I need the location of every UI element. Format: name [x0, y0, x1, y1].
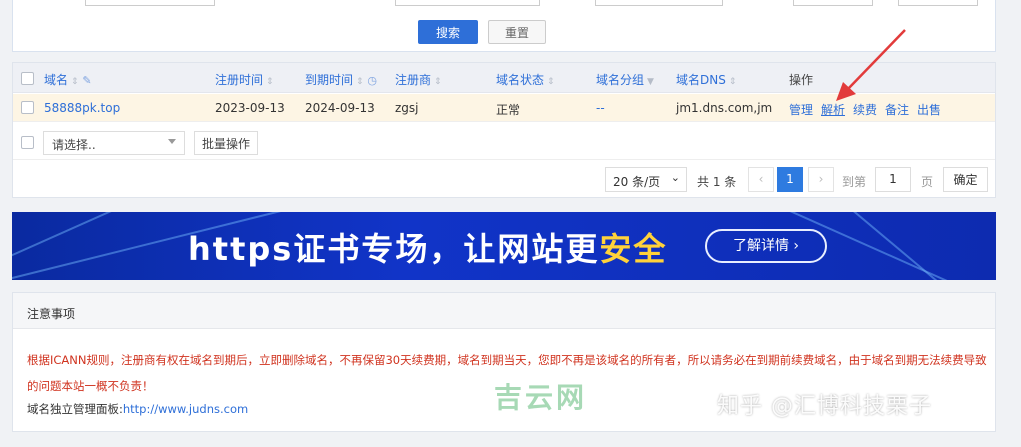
notice-header: 注意事项 [13, 293, 995, 329]
mgmt-panel-line: 域名独立管理面板:http://www.judns.com [27, 401, 248, 417]
status-cell: 正常 [496, 103, 521, 117]
table-header: 域名 ⇕ ✎ 注册时间 ⇕ 到期时间 ⇕ ◷ 注册商 ⇕ 域名状态 ⇕ 域名分组 ▼ 域名D… [13, 63, 995, 93]
table-row: 58888pk.top 2023-09-13 2024-09-13 zgsj 正… [13, 94, 995, 122]
banner-title: https证书专场，让网站更安全 [188, 224, 667, 270]
batch-operation-button[interactable]: 批量操作 [194, 131, 258, 155]
mgmt-url-link[interactable]: http://www.judns.com [123, 402, 248, 416]
reg-time-cell: 2023-09-13 [215, 101, 285, 115]
filter-input-domain[interactable] [85, 0, 215, 6]
goto-confirm-button[interactable]: 确定 [943, 167, 988, 192]
col-registrar[interactable]: 注册商 ⇕ [395, 71, 442, 88]
note-link[interactable]: 备注 [885, 101, 909, 118]
watermark-left: 吉云网 [494, 381, 588, 414]
next-page-button[interactable]: › [808, 167, 834, 192]
batch-select[interactable]: 请选择.. [43, 131, 185, 155]
prev-page-button[interactable]: ‹ [748, 167, 774, 192]
banner-title-text: https证书专场，让网站更 [188, 230, 600, 268]
domain-table-panel: 域名 ⇕ ✎ 注册时间 ⇕ 到期时间 ⇕ ◷ 注册商 ⇕ 域名状态 ⇕ 域名分组 ▼ 域名D… [12, 62, 996, 198]
notice-title: 注意事项 [27, 307, 76, 321]
page-unit-label: 页 [921, 175, 934, 189]
expire-time-cell: 2024-09-13 [305, 101, 375, 115]
mgmt-label: 域名独立管理面板: [27, 402, 123, 416]
dns-resolve-link[interactable]: 解析 [821, 101, 845, 118]
search-button[interactable]: 搜索 [418, 20, 478, 44]
select-all-checkbox[interactable] [21, 72, 34, 85]
manage-link[interactable]: 管理 [789, 101, 813, 118]
goto-label: 到第 [842, 175, 867, 189]
clock-icon[interactable]: ◷ [367, 74, 377, 87]
sell-link[interactable]: 出售 [917, 101, 941, 118]
page-size-select[interactable]: 20 条/页 ⌄ [605, 167, 687, 192]
page-size-value: 20 条/页 [613, 175, 661, 189]
pagination: 20 条/页 ⌄ 共 1 条 ‹ 1 › 到第 1 页 确定 [13, 161, 995, 197]
watermark-right: 知乎 @汇博科技栗子 [717, 394, 932, 419]
chevron-down-icon [168, 139, 176, 144]
ssl-promo-banner[interactable]: https证书专场，让网站更安全 了解详情 › [12, 212, 996, 280]
dns-cell: jm1.dns.com,jm [676, 101, 773, 115]
renew-link[interactable]: 续费 [853, 101, 877, 118]
sort-icon[interactable]: ⇕ [547, 77, 555, 87]
sort-icon[interactable]: ⇕ [356, 77, 364, 87]
col-domain[interactable]: 域名 ⇕ ✎ [44, 71, 92, 88]
batch-select-value: 请选择.. [52, 138, 96, 152]
sort-icon[interactable]: ⇕ [729, 77, 737, 87]
edit-icon[interactable]: ✎ [82, 74, 91, 87]
filter-input-3[interactable] [595, 0, 723, 6]
col-group[interactable]: 域名分组 ▼ [596, 71, 654, 88]
filter-input-2[interactable] [395, 0, 540, 6]
domain-link[interactable]: 58888pk.top [44, 101, 120, 115]
sort-icon[interactable]: ⇕ [266, 77, 274, 87]
filter-panel: 搜索 重置 [12, 0, 996, 52]
col-reg-time[interactable]: 注册时间 ⇕ [215, 71, 274, 88]
sort-icon[interactable]: ⇕ [71, 77, 79, 87]
col-dns[interactable]: 域名DNS ⇕ [676, 71, 736, 88]
col-action: 操作 [789, 73, 814, 87]
banner-ray [831, 212, 996, 280]
filter-caret-icon[interactable]: ▼ [647, 77, 654, 87]
filter-input-5[interactable] [898, 0, 978, 6]
total-count: 共 1 条 [697, 175, 737, 189]
reset-button[interactable]: 重置 [488, 20, 546, 44]
banner-title-highlight: 安全 [599, 230, 668, 268]
row-checkbox[interactable] [21, 101, 34, 114]
batch-action-bar: 请选择.. 批量操作 [13, 126, 995, 160]
col-status[interactable]: 域名状态 ⇕ [496, 71, 555, 88]
page-1-button[interactable]: 1 [777, 167, 803, 192]
filter-input-4[interactable] [793, 0, 873, 6]
registrar-cell: zgsj [395, 101, 419, 115]
col-expire-time[interactable]: 到期时间 ⇕ ◷ [305, 71, 377, 88]
batch-checkbox[interactable] [21, 136, 34, 149]
goto-page-input[interactable]: 1 [875, 167, 911, 192]
learn-more-button[interactable]: 了解详情 › [705, 229, 827, 263]
sort-icon[interactable]: ⇕ [434, 77, 442, 87]
group-cell: -- [596, 101, 605, 115]
chevron-down-icon: ⌄ [670, 171, 680, 184]
